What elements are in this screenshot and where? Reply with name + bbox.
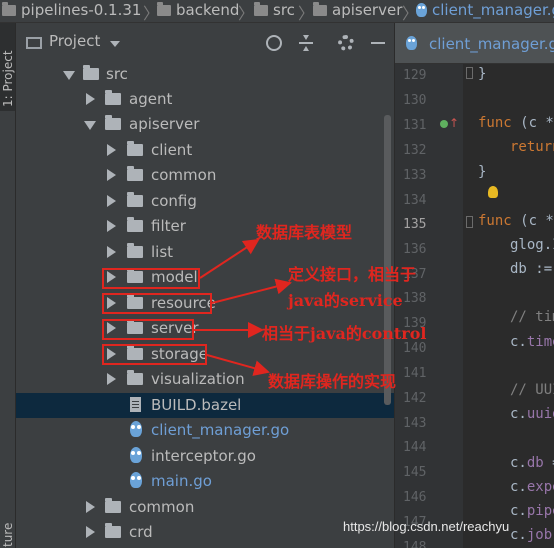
annotation-storage: 数据库操作的实现 (268, 372, 397, 391)
arrow-model (199, 238, 260, 279)
annotation-resource-line2: java的service (288, 291, 403, 310)
annotation-resource-line1: 定义接口，相当于 (288, 265, 417, 284)
annotation-model: 数据库表模型 (256, 223, 353, 242)
arrow-resource (211, 278, 292, 304)
annotation-arrows (194, 238, 292, 376)
annotation-server: 相当于java的control (262, 324, 427, 343)
arrow-storage (206, 354, 270, 376)
watermark: https://blog.csdn.net/reachyu (343, 519, 510, 534)
